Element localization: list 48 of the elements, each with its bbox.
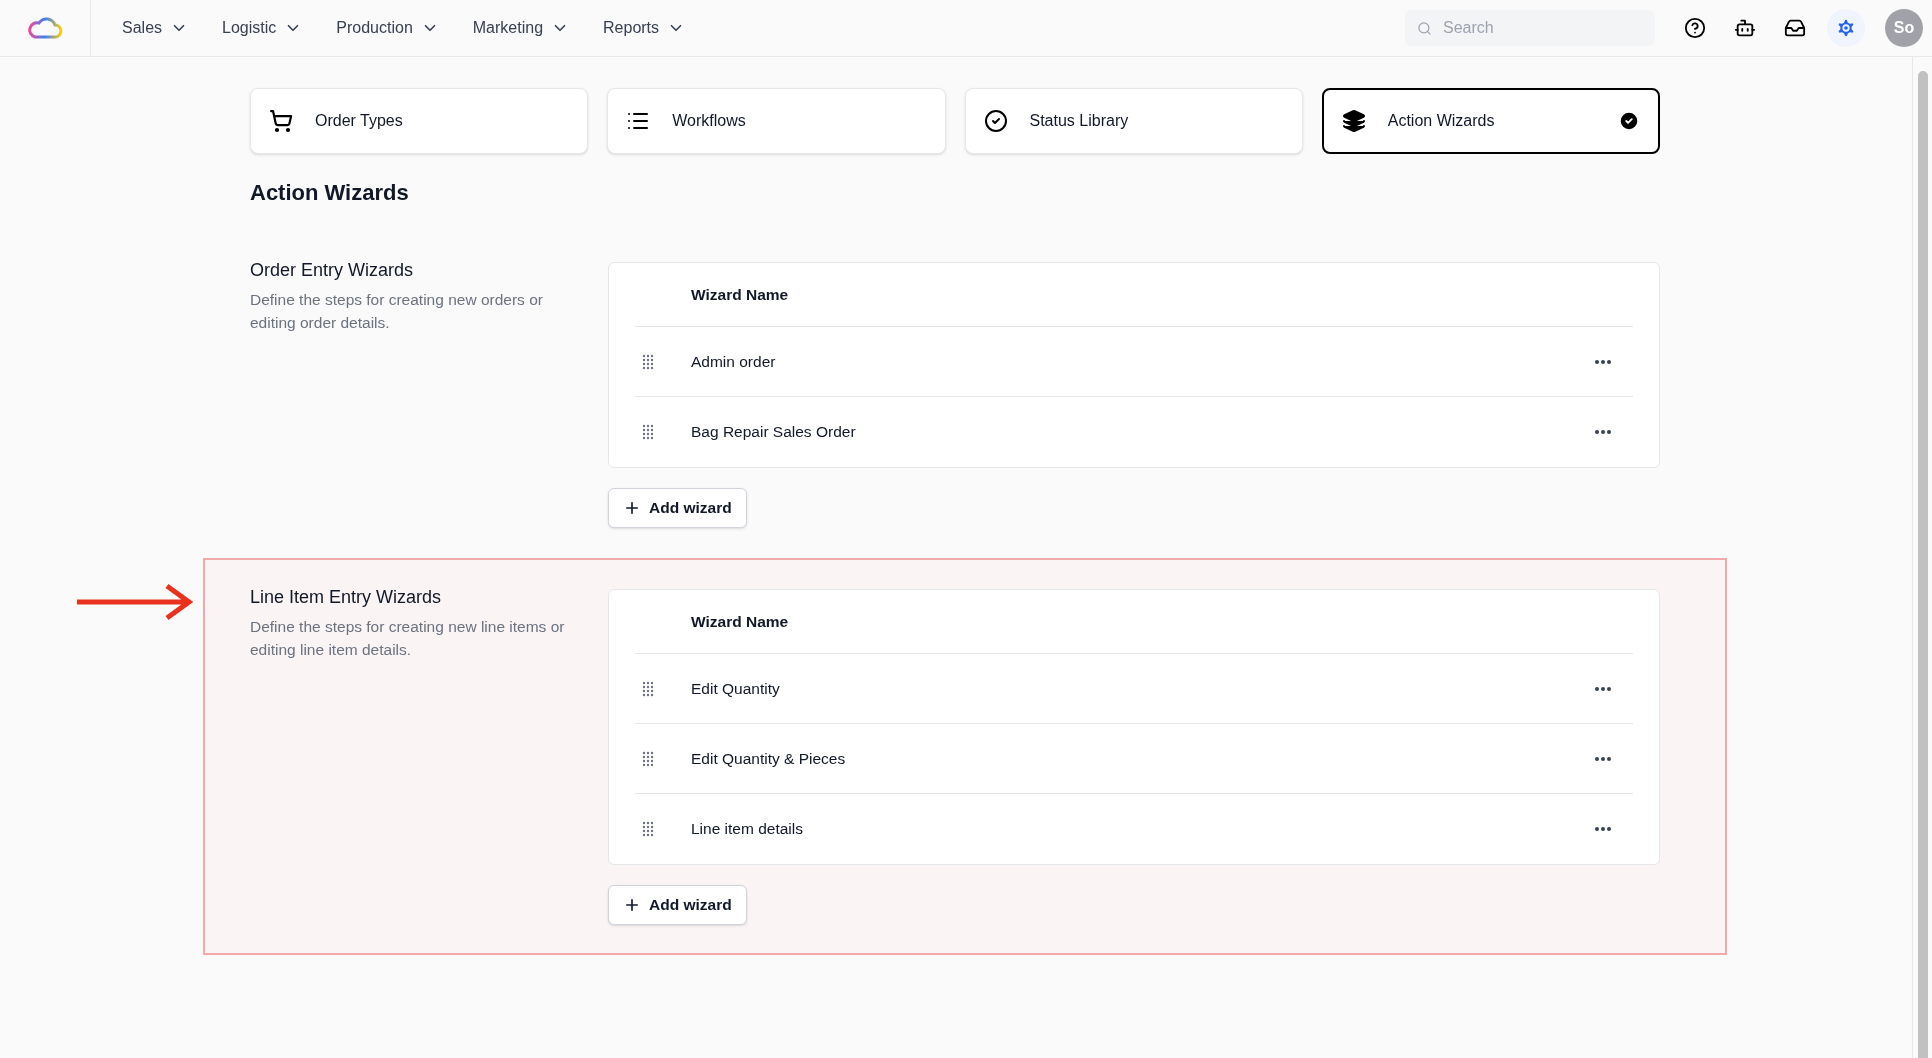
plus-icon: [623, 499, 641, 517]
more-button[interactable]: [1595, 359, 1611, 364]
ellipsis-icon: [1595, 686, 1611, 691]
more-button[interactable]: [1595, 430, 1611, 434]
drag-handle-icon[interactable]: [642, 750, 654, 767]
ellipsis-icon: [1595, 756, 1611, 761]
ellipsis-icon: [1595, 430, 1611, 434]
section-description: Define the steps for creating new orders or editing order details.: [250, 290, 544, 333]
column-header: Wizard Name: [691, 284, 789, 305]
search-icon: [1417, 21, 1432, 36]
drag-handle-icon[interactable]: [642, 680, 654, 697]
column-header: Wizard Name: [691, 611, 789, 632]
section-title: Order Entry Wizards: [250, 259, 415, 282]
page-title: Action Wizards: [250, 179, 410, 207]
wizard-name: Line item details: [691, 819, 803, 840]
section-title: Line Item Entry Wizards: [250, 586, 443, 609]
more-button[interactable]: [1595, 686, 1611, 691]
wizard-name: Bag Repair Sales Order: [691, 422, 856, 443]
tab[interactable]: Workflows: [607, 88, 946, 154]
nav-menu[interactable]: Logistic: [222, 16, 303, 40]
drag-handle-icon[interactable]: [642, 821, 654, 837]
drag-handle-icon[interactable]: [642, 424, 654, 440]
tab[interactable]: Action Wizards: [1321, 88, 1660, 154]
tab[interactable]: Status Library: [964, 88, 1303, 154]
cart-icon: [269, 109, 293, 133]
section-description: Define the steps for creating new line items or editing line item details.: [250, 617, 566, 660]
settings-icon[interactable]: [1827, 9, 1865, 47]
more-button[interactable]: [1595, 827, 1611, 831]
check-icon: [1618, 110, 1640, 132]
add-wizard-button[interactable]: Add wizard: [608, 885, 747, 925]
check-circle-icon: [983, 109, 1008, 133]
ellipsis-icon: [1595, 827, 1611, 831]
cloud-logo[interactable]: [27, 15, 63, 41]
nav-menu[interactable]: Reports: [603, 16, 686, 40]
ellipsis-icon: [1595, 359, 1611, 364]
nav-menu[interactable]: Sales: [122, 16, 189, 40]
wizard-name: Edit Quantity & Pieces: [691, 748, 846, 769]
add-wizard-button[interactable]: Add wizard: [608, 488, 747, 528]
nav-menu[interactable]: Marketing: [472, 16, 570, 40]
search-field[interactable]: Search: [1405, 10, 1655, 46]
more-button[interactable]: [1595, 756, 1611, 761]
drag-handle-icon[interactable]: [642, 353, 654, 370]
layers-icon: [1341, 109, 1366, 133]
wizard-name: Admin order: [691, 351, 776, 372]
wizard-name: Edit Quantity: [691, 678, 780, 699]
plus-icon: [623, 896, 641, 914]
nav-menu[interactable]: Production: [336, 16, 439, 40]
tab[interactable]: Order Types: [250, 88, 589, 154]
